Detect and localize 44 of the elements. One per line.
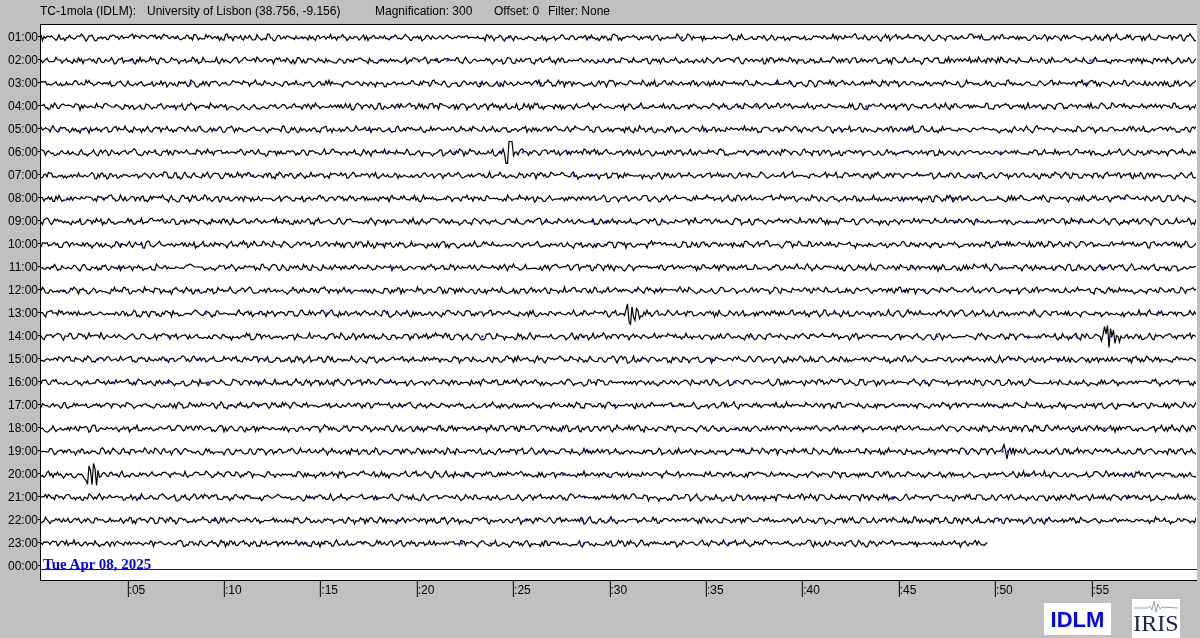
minute-tick-label: :50: [995, 581, 1013, 597]
hour-label: 18:00: [7, 421, 38, 434]
seismogram-icon: [1134, 599, 1178, 613]
hour-label: 09:00: [7, 214, 38, 227]
network-logo: IRIS: [1132, 599, 1180, 638]
minute-tick-label: :40: [802, 581, 820, 597]
hour-label: 23:00: [7, 536, 38, 549]
station-label: TC-1mola (IDLM):: [40, 2, 137, 20]
minute-tick-label: :10: [223, 581, 242, 597]
filter-label: Filter: None: [548, 2, 611, 20]
hour-label: 21:00: [7, 490, 38, 503]
hour-label: 16:00: [7, 375, 38, 388]
minute-tick-label: :15: [320, 581, 338, 597]
minute-tick-label: :20: [416, 581, 435, 597]
hour-label: 11:00: [8, 260, 38, 273]
hour-label: 19:00: [7, 444, 38, 457]
hour-label: 06:00: [7, 145, 38, 158]
hour-label: 14:00: [7, 329, 38, 342]
hour-label: 10:00: [7, 237, 38, 250]
minute-tick-label: :25: [513, 581, 531, 597]
magnification-label: Magnification: 300: [375, 2, 474, 20]
hour-label: 15:00: [7, 352, 38, 365]
minute-tick-label: :55: [1091, 581, 1110, 597]
hour-label: 02:00: [7, 53, 38, 66]
hour-label: 03:00: [7, 76, 38, 89]
hour-label: 13:00: [7, 306, 38, 319]
location-label: University of Lisbon (38.756, -9.156): [147, 2, 342, 20]
hour-label: 17:00: [7, 398, 38, 411]
hour-label: 01:00: [7, 30, 38, 43]
hour-label: 07:00: [7, 168, 38, 181]
station-logo: IDLM: [1044, 603, 1111, 635]
minute-tick-label: :35: [705, 581, 724, 597]
hour-label: 22:00: [7, 513, 38, 526]
offset-label: Offset: 0: [494, 2, 541, 20]
minute-tick-label: :45: [898, 581, 917, 597]
hour-label: 12:00: [7, 283, 38, 296]
hour-label: 08:00: [7, 191, 38, 204]
hour-label: 20:00: [7, 467, 38, 480]
hour-label: 05:00: [7, 122, 38, 135]
minute-tick-label: :05: [127, 581, 146, 597]
date-label: Tue Apr 08, 2025: [43, 555, 152, 574]
hour-label: 00:00: [7, 559, 38, 572]
hour-label: 04:00: [7, 99, 38, 112]
minute-tick-label: :30: [609, 581, 628, 597]
